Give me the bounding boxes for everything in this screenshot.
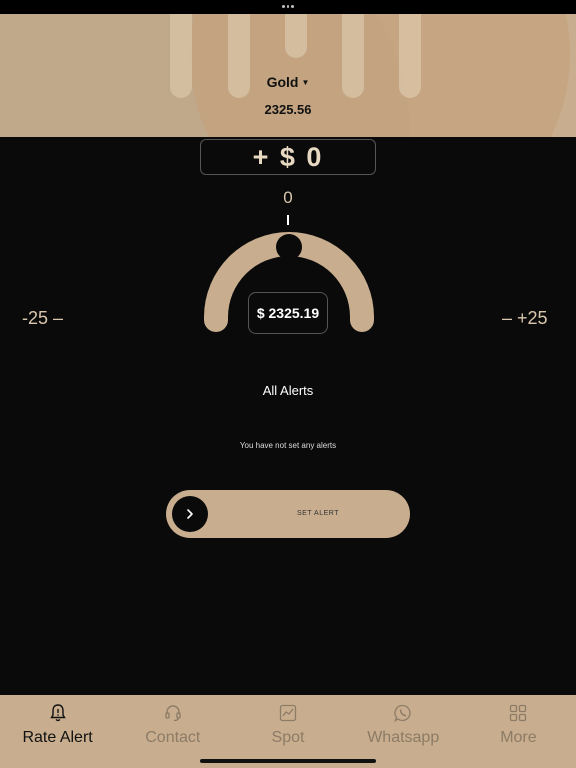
nav-label-rate-alert: Rate Alert (22, 729, 93, 746)
no-alerts-message: You have not set any alerts (239, 441, 337, 450)
header-banner: Gold ▼ 2325.56 (0, 14, 576, 137)
chart-icon (279, 704, 297, 722)
nav-item-spot[interactable]: Spot (230, 695, 345, 768)
nav-label-more: More (500, 729, 537, 746)
metal-selector-label: Gold (266, 74, 299, 90)
gauge-handle (276, 234, 302, 260)
set-alert-label: SET ALERT (297, 510, 339, 517)
nav-label-spot: Spot (271, 729, 305, 746)
range-min-label[interactable]: -25 – (22, 308, 63, 329)
range-max-label[interactable]: – +25 (502, 308, 548, 329)
all-alerts-title: All Alerts (262, 383, 314, 398)
grid-icon (510, 704, 527, 722)
current-price-box: $ 2325.19 (248, 292, 328, 334)
bottom-nav: Rate Alert Contact Spot Whatsapp More (0, 695, 576, 768)
headset-icon (165, 705, 181, 722)
nav-item-more[interactable]: More (461, 695, 576, 768)
metal-selector[interactable]: Gold ▼ (0, 74, 576, 90)
nav-label-contact: Contact (145, 729, 201, 746)
gauge-pointer (287, 215, 289, 225)
multitasking-dots-icon[interactable] (282, 5, 295, 8)
nav-item-rate-alert[interactable]: Rate Alert (0, 695, 115, 768)
whatsapp-icon (394, 704, 411, 722)
gauge-value: 0 (283, 188, 293, 207)
live-price: 2325.56 (264, 102, 312, 117)
set-alert-slider[interactable]: SET ALERT (166, 490, 410, 538)
nav-label-whatsapp: Whatsapp (367, 729, 440, 746)
home-indicator (200, 759, 376, 763)
offset-display: + $ 0 (200, 139, 376, 175)
nav-item-contact[interactable]: Contact (115, 695, 230, 768)
nav-item-whatsapp[interactable]: Whatsapp (346, 695, 461, 768)
status-bar (0, 0, 576, 14)
bell-alert-icon (49, 704, 66, 722)
caret-down-icon: ▼ (301, 78, 310, 87)
